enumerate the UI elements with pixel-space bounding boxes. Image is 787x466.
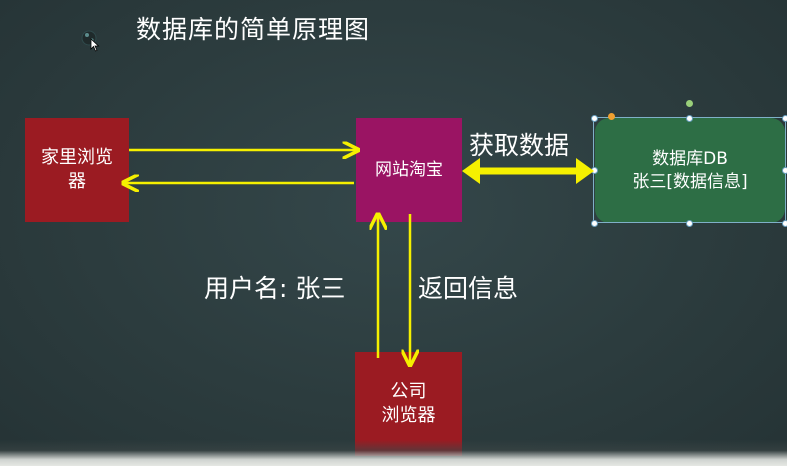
username-label: 用户名: 张三 (204, 274, 346, 303)
return-info-label: 返回信息 (418, 274, 519, 303)
chalk-tray (0, 440, 787, 466)
arrow-layer (0, 0, 594, 466)
fetch-data-label: 获取数据 (469, 131, 570, 160)
